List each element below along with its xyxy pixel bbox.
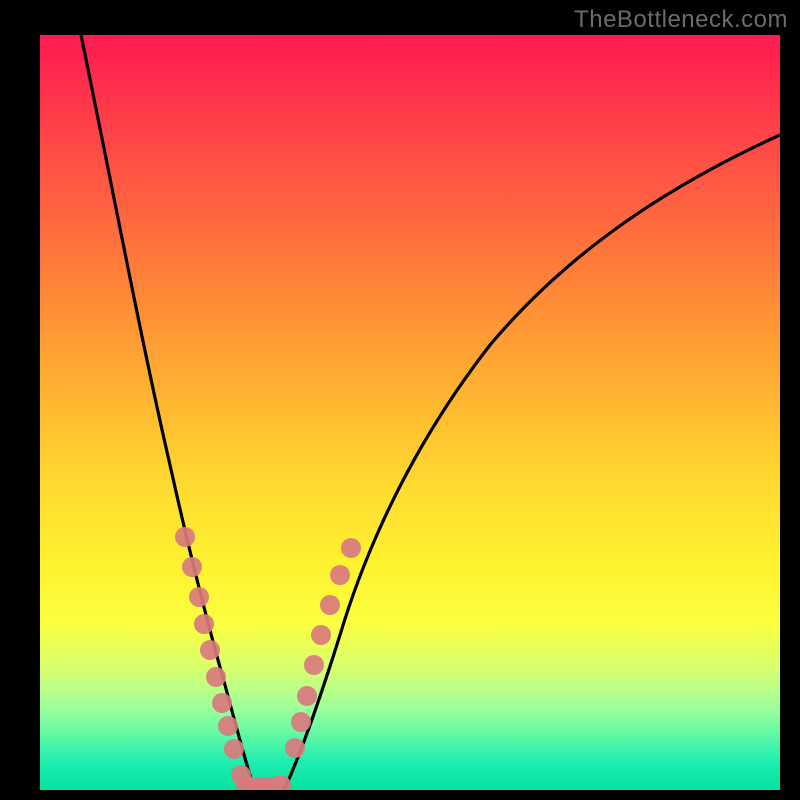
marker-cluster-left — [175, 527, 251, 785]
chart-svg — [40, 35, 780, 790]
curve-left-branch — [81, 35, 253, 790]
chart-frame: TheBottleneck.com — [0, 0, 800, 800]
watermark-text: TheBottleneck.com — [574, 6, 788, 34]
marker-cluster-right — [285, 538, 361, 758]
marker-cluster-bottom — [236, 775, 291, 790]
curve-right-branch — [285, 135, 780, 788]
chart-plot-area — [40, 35, 780, 790]
